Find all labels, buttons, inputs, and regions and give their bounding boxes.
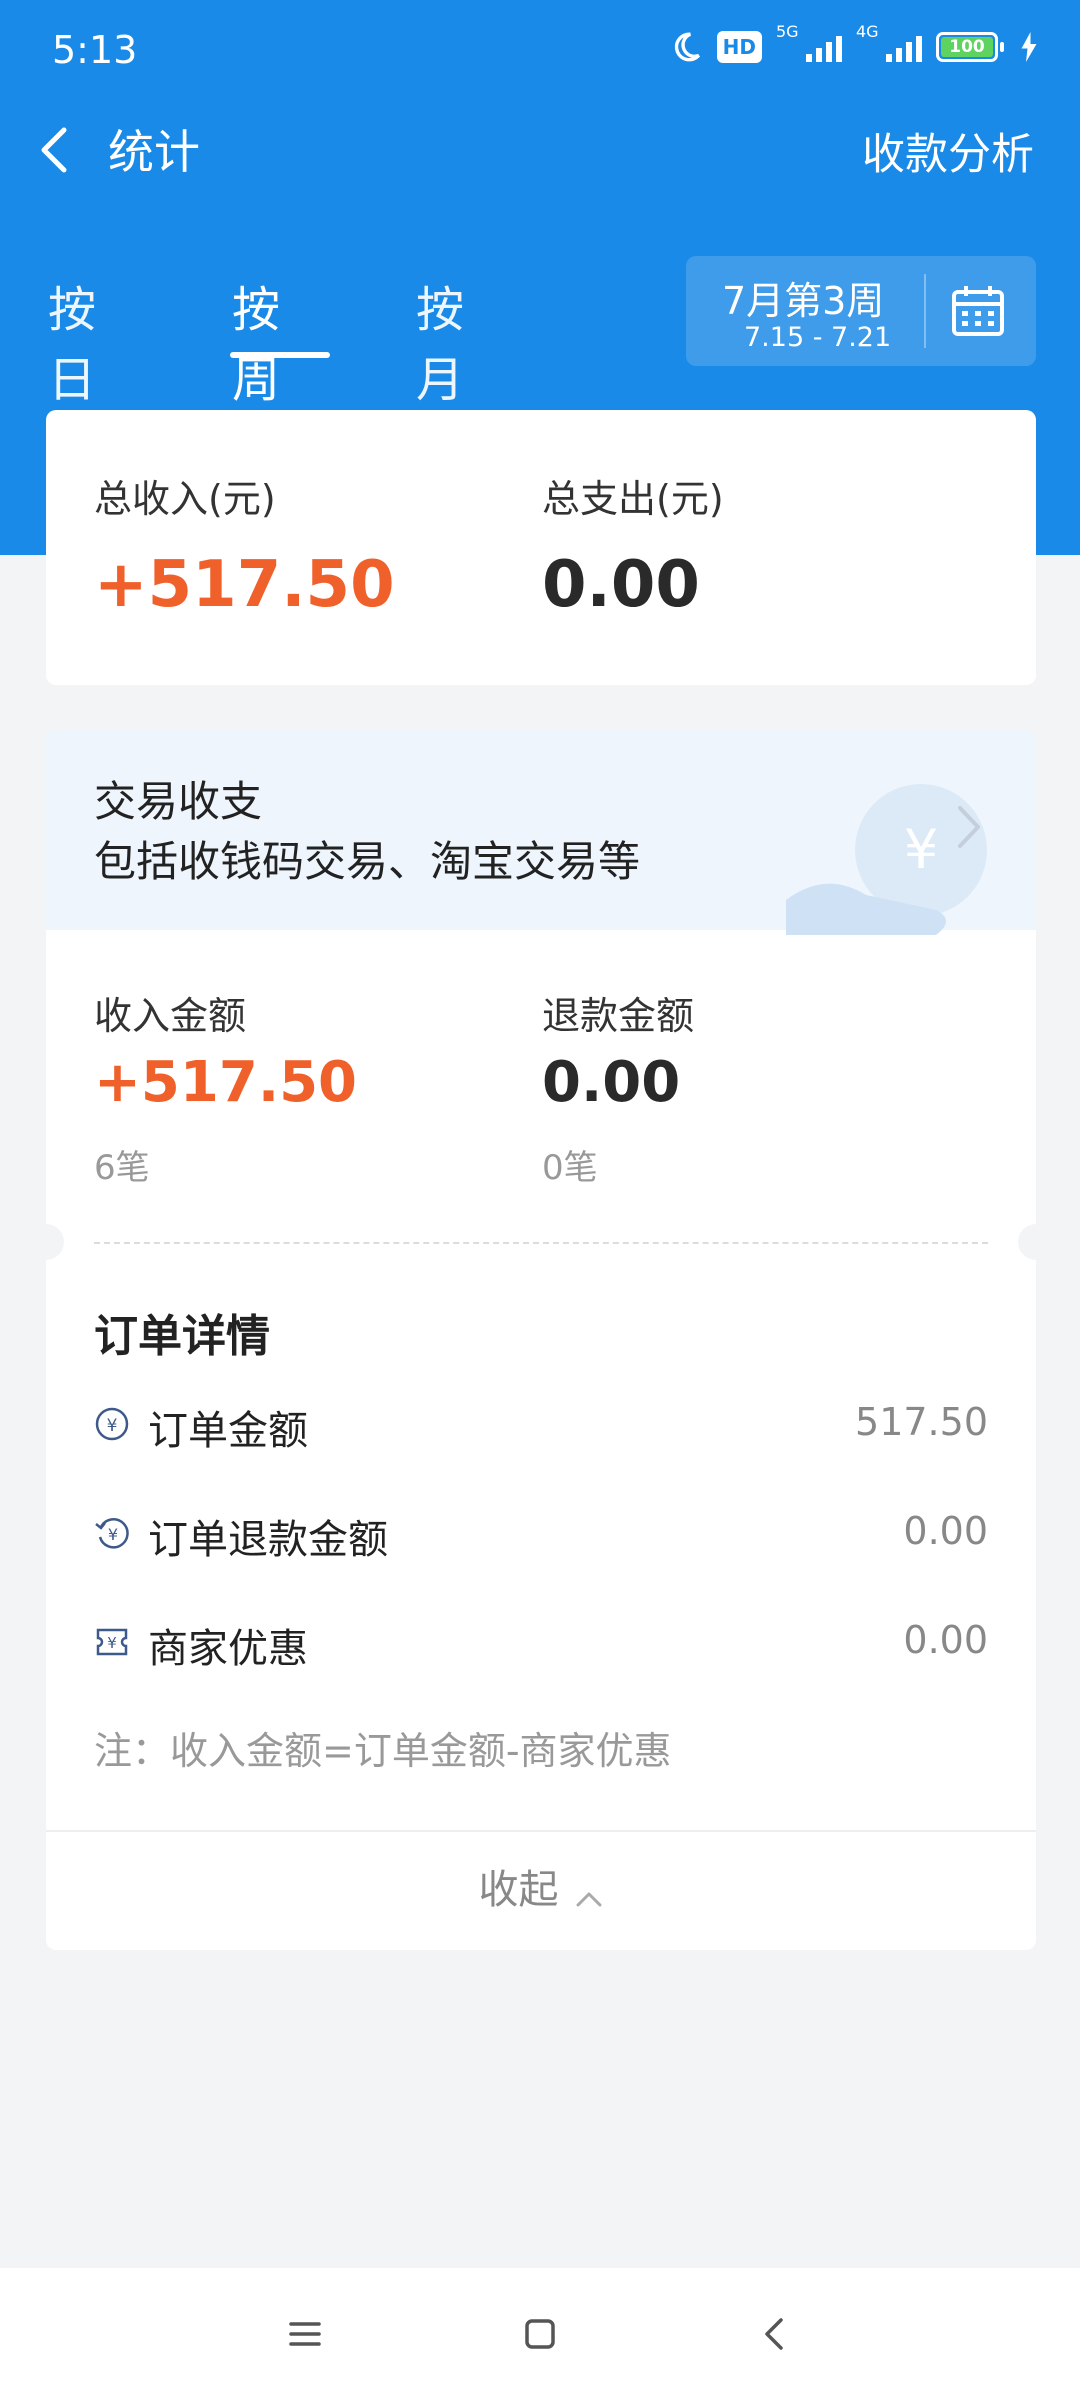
tab-monthly[interactable]: 按月 (416, 270, 464, 410)
hd-icon: HD (716, 31, 762, 63)
income-amount-label: 收入金额 (94, 994, 247, 1038)
yuan-hand-icon: ¥ (786, 784, 987, 935)
yuan-circle-icon: ¥ (95, 1407, 129, 1441)
merchant-discount-label: 商家优惠 (148, 1626, 308, 1672)
refund-icon: ¥ (95, 1518, 129, 1549)
order-details-title: 订单详情 (94, 1311, 270, 1362)
moon-icon (674, 32, 700, 62)
payment-analysis-link[interactable]: 收款分析 (862, 120, 1034, 182)
collapse-label: 收起 (478, 1867, 559, 1913)
signal-4g-icon: 4G (856, 22, 922, 62)
page-title: 统计 (108, 125, 200, 179)
charging-icon (1021, 32, 1037, 62)
signal-5g-label: 5G (776, 22, 799, 41)
week-picker-title: 7月第3周 (722, 279, 885, 323)
income-amount-value: +517.50 (94, 1050, 358, 1115)
total-income-label: 总收入(元) (94, 477, 276, 521)
svg-text:¥: ¥ (107, 1416, 118, 1436)
transaction-title: 交易收支 (94, 777, 263, 826)
battery-level: 100 (941, 37, 993, 57)
merchant-discount-row: ¥ 商家优惠 0.00 (94, 1612, 988, 1672)
dashed-divider (94, 1242, 988, 1244)
signal-5g-icon: 5G (776, 22, 842, 62)
merchant-discount-value: 0.00 (903, 1618, 988, 1662)
status-time: 5:13 (52, 28, 138, 72)
system-back-icon[interactable] (751, 2310, 799, 2358)
income-count: 6笔 (94, 1148, 150, 1188)
chevron-right-icon (958, 806, 980, 848)
transaction-card: 交易收支 包括收钱码交易、淘宝交易等 ¥ 收入金额 +517.50 6笔 退款金… (46, 730, 1036, 1950)
battery-icon: 100 (936, 32, 1004, 62)
refund-amount-value: 0.00 (542, 1050, 681, 1115)
chevron-up-icon (576, 1892, 602, 1906)
total-income-value: +517.50 (94, 548, 395, 622)
week-picker-divider (924, 274, 926, 348)
status-bar: 5:13 HD 5G 4G 100 (0, 0, 1080, 100)
nav-bar: 统计 收款分析 (0, 110, 1080, 190)
order-amount-value: 517.50 (855, 1400, 988, 1444)
formula-note: 注：收入金额=订单金额-商家优惠 (94, 1729, 672, 1773)
collapse-button[interactable]: 收起 (46, 1832, 1036, 1950)
card-notch-right (1018, 1224, 1036, 1260)
total-expense-value: 0.00 (542, 548, 700, 622)
order-amount-label: 订单金额 (148, 1408, 308, 1454)
order-refund-value: 0.00 (903, 1509, 988, 1553)
tab-daily[interactable]: 按日 (48, 270, 96, 410)
order-refund-row: ¥ 订单退款金额 0.00 (94, 1503, 988, 1563)
svg-text:¥: ¥ (108, 1525, 118, 1544)
home-icon[interactable] (516, 2310, 564, 2358)
summary-card: 总收入(元) +517.50 总支出(元) 0.00 (46, 410, 1036, 685)
system-nav-bar (0, 2268, 1080, 2400)
transaction-subtitle: 包括收钱码交易、淘宝交易等 (94, 837, 641, 886)
transaction-header[interactable]: 交易收支 包括收钱码交易、淘宝交易等 ¥ (46, 730, 1036, 935)
order-amount-row: ¥ 订单金额 517.50 (94, 1394, 988, 1454)
calendar-icon[interactable] (948, 282, 1008, 342)
menu-icon[interactable] (281, 2310, 329, 2358)
week-picker-range: 7.15 - 7.21 (744, 322, 892, 353)
week-picker[interactable]: 7月第3周 7.15 - 7.21 (686, 256, 1036, 366)
refund-count: 0笔 (542, 1148, 598, 1188)
back-arrow-icon[interactable] (30, 120, 80, 180)
coupon-icon: ¥ (96, 1628, 128, 1656)
tab-weekly[interactable]: 按周 (232, 270, 280, 410)
refund-amount-label: 退款金额 (542, 994, 695, 1038)
signal-4g-label: 4G (856, 22, 879, 41)
active-tab-indicator (230, 352, 330, 358)
svg-text:¥: ¥ (107, 1634, 117, 1652)
order-refund-label: 订单退款金额 (148, 1517, 388, 1563)
total-expense-label: 总支出(元) (542, 477, 724, 521)
card-notch-left (46, 1224, 64, 1260)
svg-text:¥: ¥ (904, 818, 938, 881)
status-icons: HD 5G 4G 100 (669, 22, 1040, 64)
